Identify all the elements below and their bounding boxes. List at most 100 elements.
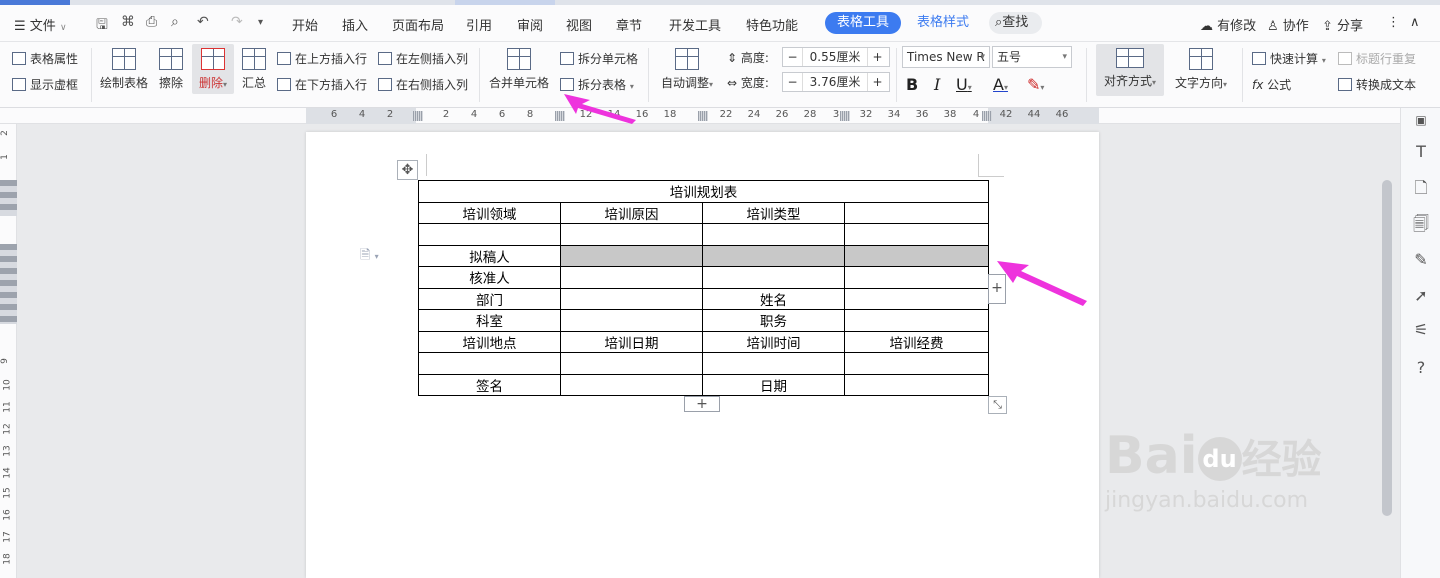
tab-start[interactable]: 开始 bbox=[292, 15, 318, 34]
cursor-icon[interactable]: ➚ bbox=[1411, 286, 1431, 306]
width-decrease[interactable]: − bbox=[783, 73, 803, 91]
table-cell[interactable] bbox=[560, 373, 703, 396]
table-cell[interactable] bbox=[702, 352, 845, 375]
undo-icon[interactable]: ↶ bbox=[197, 14, 209, 30]
table-cell[interactable] bbox=[844, 223, 989, 246]
more-icon[interactable]: ⋮ bbox=[1387, 15, 1400, 30]
tab-chapter[interactable]: 章节 bbox=[616, 15, 642, 34]
selected-cell[interactable] bbox=[560, 244, 703, 267]
table-cell[interactable]: 日期 bbox=[702, 373, 845, 396]
width-value[interactable]: 3.76厘米 bbox=[803, 73, 867, 91]
horizontal-ruler[interactable]: 6 4 2 2 4 6 8 12 14 16 18 22 24 26 28 3 … bbox=[0, 108, 1400, 124]
convert-to-text-button[interactable]: 转换成文本 bbox=[1338, 76, 1416, 93]
help-icon[interactable]: ? bbox=[1411, 358, 1431, 378]
column-marker[interactable] bbox=[840, 111, 850, 121]
insert-col-left-button[interactable]: 在左侧插入列 bbox=[378, 50, 468, 67]
insert-col-right-button[interactable]: 在右侧插入列 bbox=[378, 76, 468, 93]
table-cell[interactable] bbox=[844, 373, 989, 396]
tab-insert[interactable]: 插入 bbox=[342, 15, 368, 34]
bold-icon[interactable]: B bbox=[906, 75, 918, 94]
height-increase[interactable]: + bbox=[867, 48, 887, 66]
split-table-button[interactable]: 拆分表格 ▾ bbox=[560, 76, 634, 93]
table-cell[interactable] bbox=[844, 352, 989, 375]
table-cell[interactable] bbox=[560, 266, 703, 289]
document-icon[interactable]: 🗎 ▾ bbox=[360, 246, 379, 268]
tab-developer[interactable]: 开发工具 bbox=[669, 15, 721, 34]
format-painter-icon[interactable]: ⌘ bbox=[121, 14, 135, 30]
tab-features[interactable]: 特色功能 bbox=[746, 15, 798, 34]
print-preview-icon[interactable]: ⌕ bbox=[171, 14, 179, 30]
column-marker[interactable] bbox=[982, 111, 992, 121]
auto-adjust-button[interactable]: 自动调整▾ bbox=[657, 48, 717, 91]
table-cell[interactable]: 核准人 bbox=[418, 266, 561, 289]
table-cell[interactable] bbox=[560, 309, 703, 332]
settings-sliders-icon[interactable]: ⚟ bbox=[1411, 320, 1431, 340]
print-icon[interactable]: ⎙ bbox=[146, 14, 157, 30]
table-cell[interactable] bbox=[560, 287, 703, 310]
table-cell[interactable] bbox=[702, 223, 845, 246]
erase-button[interactable]: 擦除 bbox=[156, 48, 186, 91]
merge-cells-button[interactable]: 合并单元格 bbox=[488, 48, 550, 91]
table-cell[interactable] bbox=[418, 223, 561, 246]
height-value[interactable]: 0.55厘米 bbox=[803, 48, 867, 66]
align-button[interactable]: 对齐方式▾ bbox=[1096, 44, 1164, 96]
italic-icon[interactable]: I bbox=[934, 75, 940, 94]
table-cell[interactable] bbox=[844, 266, 989, 289]
column-marker[interactable] bbox=[698, 111, 708, 121]
text-direction-button[interactable]: 文字方向▾ bbox=[1170, 48, 1232, 91]
table-cell[interactable]: 培训地点 bbox=[418, 330, 561, 353]
table-cell[interactable]: 培训时间 bbox=[702, 330, 845, 353]
table-cell[interactable]: 培训原因 bbox=[560, 201, 703, 224]
review-icon[interactable]: 🗐 bbox=[1411, 214, 1431, 234]
tab-table-style[interactable]: 表格样式 bbox=[905, 12, 981, 34]
redo-icon[interactable]: ↷ bbox=[231, 14, 243, 30]
table-properties-button[interactable]: 表格属性 bbox=[12, 50, 78, 67]
table-cell[interactable] bbox=[560, 223, 703, 246]
insert-row-below-button[interactable]: 在下方插入行 bbox=[277, 76, 367, 93]
table-cell[interactable] bbox=[844, 309, 989, 332]
font-name-select[interactable]: Times New R bbox=[902, 46, 990, 68]
collab-button[interactable]: ♙ 协作 bbox=[1267, 15, 1309, 34]
vertical-scrollbar[interactable] bbox=[1382, 180, 1392, 516]
vertical-ruler[interactable]: 2 1 9 10 11 12 13 14 15 16 17 18 bbox=[0, 124, 17, 578]
table-cell[interactable]: 姓名 bbox=[702, 287, 845, 310]
pen-icon[interactable]: ✎ bbox=[1411, 250, 1431, 270]
tab-review[interactable]: 审阅 bbox=[517, 15, 543, 34]
document-tool-icon[interactable]: 🗋 bbox=[1411, 178, 1431, 198]
table-cell[interactable]: 签名 bbox=[418, 373, 561, 396]
font-size-select[interactable]: 五号 bbox=[992, 46, 1072, 68]
table-move-handle[interactable]: ✥ bbox=[397, 160, 418, 180]
add-column-button[interactable]: + bbox=[988, 274, 1006, 304]
table-cell[interactable]: 部门 bbox=[418, 287, 561, 310]
text-style-icon[interactable]: T bbox=[1411, 142, 1431, 162]
quick-calc-button[interactable]: 快速计算 ▾ bbox=[1252, 50, 1326, 67]
height-decrease[interactable]: − bbox=[783, 48, 803, 66]
table-cell[interactable]: 培训日期 bbox=[560, 330, 703, 353]
tab-page-layout[interactable]: 页面布局 bbox=[392, 15, 444, 34]
summary-button[interactable]: 汇总 bbox=[240, 48, 268, 91]
panel-toggle-icon[interactable]: ▣ bbox=[1411, 110, 1431, 130]
share-button[interactable]: ⇪ 分享 bbox=[1322, 15, 1363, 34]
table-cell[interactable] bbox=[844, 201, 989, 224]
draw-table-button[interactable]: 绘制表格 bbox=[99, 48, 149, 91]
width-stepper[interactable]: −3.76厘米 + bbox=[782, 72, 890, 92]
font-color-icon[interactable]: A▾ bbox=[993, 75, 1008, 94]
resize-icon[interactable]: ⤡ bbox=[988, 396, 1007, 414]
table-cell[interactable]: 职务 bbox=[702, 309, 845, 332]
training-plan-table[interactable]: 培训规划表 培训领域 培训原因 培训类型 拟稿人 核准人 部门 姓名 科室 职务… bbox=[418, 180, 989, 396]
formula-button[interactable]: fx 公式 bbox=[1252, 76, 1291, 93]
tab-view[interactable]: 视图 bbox=[566, 15, 592, 34]
modified-button[interactable]: ☁ 有修改 bbox=[1200, 15, 1256, 34]
selected-cell[interactable] bbox=[702, 244, 845, 267]
table-cell[interactable]: 拟稿人 bbox=[418, 244, 561, 267]
table-cell[interactable]: 培训类型 bbox=[702, 201, 845, 224]
add-row-button[interactable]: + bbox=[684, 396, 720, 412]
collapse-ribbon-icon[interactable]: ∧ bbox=[1410, 15, 1420, 30]
tab-references[interactable]: 引用 bbox=[466, 15, 492, 34]
table-cell[interactable]: 培训领域 bbox=[418, 201, 561, 224]
insert-row-above-button[interactable]: 在上方插入行 bbox=[277, 50, 367, 67]
file-menu[interactable]: ☰ 文件 ∨ bbox=[14, 15, 67, 34]
save-icon[interactable]: 🖫 bbox=[96, 14, 108, 38]
table-cell[interactable] bbox=[418, 352, 561, 375]
repeat-header-button[interactable]: 标题行重复 bbox=[1338, 50, 1416, 67]
